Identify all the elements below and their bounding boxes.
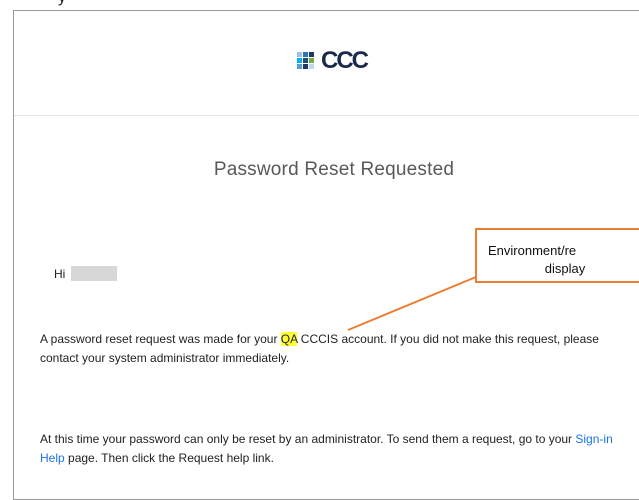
callout-line-1: Environment/re <box>488 243 577 258</box>
annotation-callout: Environment/re display <box>475 228 639 283</box>
callout-line-2: display <box>544 261 586 276</box>
callout-pointer-line <box>347 276 477 331</box>
